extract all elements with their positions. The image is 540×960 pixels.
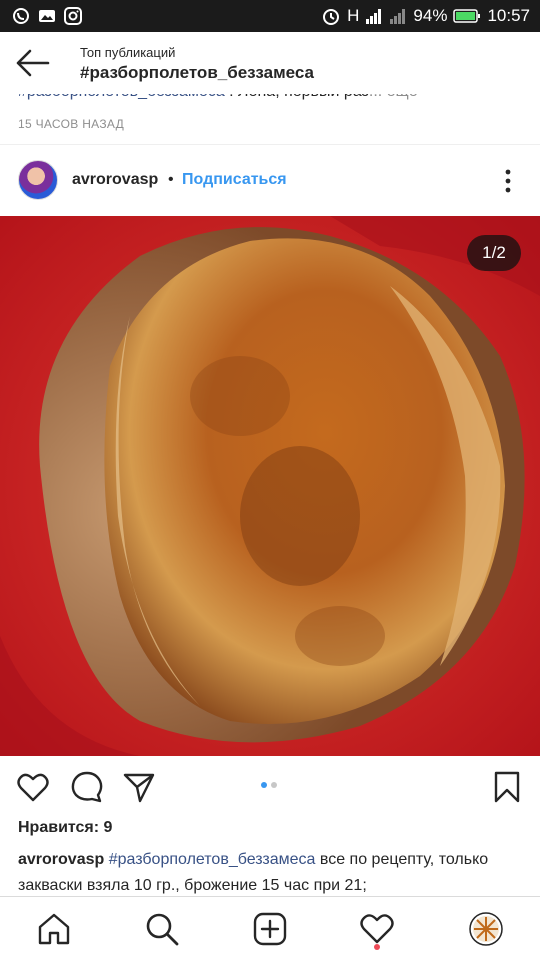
post-caption: avrorovasp #разборполетов_беззамеса все …	[18, 847, 528, 899]
post-image[interactable]	[0, 216, 540, 756]
comment-icon[interactable]	[70, 770, 104, 804]
instagram-icon	[64, 7, 82, 25]
like-heart-icon[interactable]	[16, 770, 50, 804]
network-type: H	[347, 6, 360, 25]
gallery-icon	[39, 10, 55, 22]
home-icon[interactable]	[36, 911, 72, 947]
search-icon[interactable]	[144, 911, 180, 947]
bread-photo	[0, 216, 540, 756]
likes-count[interactable]: Нравится: 9	[18, 819, 112, 837]
follow-button[interactable]: Подписаться	[182, 171, 287, 189]
avatar[interactable]	[18, 160, 58, 200]
share-icon[interactable]	[122, 770, 156, 804]
bookmark-icon[interactable]	[490, 770, 524, 804]
bottom-nav	[0, 896, 540, 960]
page-title: #разборполетов_беззамеса	[80, 63, 315, 82]
carousel-dot	[271, 782, 277, 788]
previous-post-time: 15 ЧАСОВ НАЗАД	[18, 117, 125, 131]
notification-dot	[374, 944, 380, 950]
more-options-icon[interactable]	[498, 166, 518, 196]
viber-icon	[13, 8, 29, 24]
status-bar: H 94% 10:57	[0, 0, 540, 32]
caption-hashtag[interactable]: #разборполетов_беззамеса	[109, 851, 316, 868]
divider	[0, 144, 540, 145]
battery-icon	[453, 9, 481, 23]
carousel-dot-active	[261, 782, 267, 788]
post-username[interactable]: avrorovasp	[72, 171, 158, 189]
alarm-icon	[323, 9, 340, 25]
status-bar-left	[12, 7, 82, 25]
battery-percent: 94%	[413, 6, 448, 25]
caption-username[interactable]: avrorovasp	[18, 851, 104, 868]
top-header: Топ публикаций #разборполетов_беззамеса	[0, 32, 540, 94]
status-bar-right: H 94% 10:57	[321, 4, 530, 28]
signal-icon	[390, 9, 406, 24]
new-post-icon[interactable]	[252, 911, 288, 947]
clock: 10:57	[487, 6, 530, 25]
separator-dot: •	[168, 171, 174, 188]
carousel-counter: 1/2	[467, 235, 521, 271]
activity-heart-icon[interactable]	[359, 911, 395, 947]
back-arrow-icon[interactable]	[12, 46, 52, 80]
header-kicker: Топ публикаций	[80, 45, 176, 60]
carousel-dots	[261, 782, 277, 788]
signal-icon	[366, 9, 382, 24]
profile-avatar[interactable]	[468, 911, 504, 947]
